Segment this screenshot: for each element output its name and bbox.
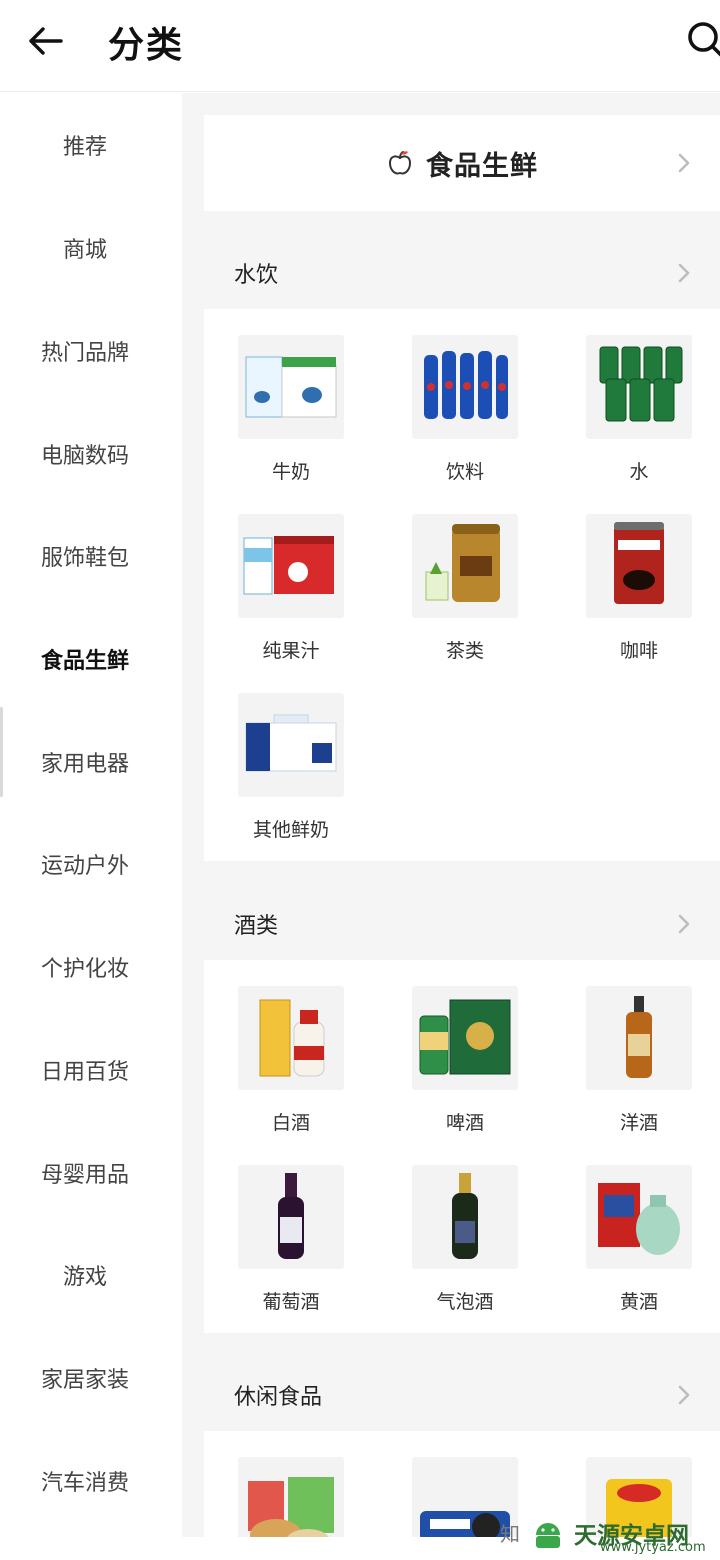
category-tile[interactable]: 牛奶 — [214, 309, 364, 483]
category-tile[interactable]: 白酒 — [214, 960, 364, 1134]
chevron-right-icon — [678, 153, 690, 173]
top-app-bar: 分类 — [0, 0, 720, 92]
banner-label: 食品生鲜 — [426, 150, 538, 182]
juice-box-image — [238, 514, 344, 618]
sidebar-item-outdoor[interactable]: 运动户外 — [0, 834, 170, 894]
category-tile[interactable]: 其他鲜奶 — [214, 667, 364, 841]
tile-label: 气泡酒 — [436, 1291, 494, 1313]
section-grid-alcohol: 白酒 啤酒 洋酒 葡萄酒 气泡酒 黄酒 — [204, 960, 720, 1333]
tile-label: 啤酒 — [445, 1112, 484, 1134]
green-cans-image — [586, 335, 692, 439]
category-tile[interactable]: 黄酒 — [562, 1139, 712, 1313]
whisky-bottle-image — [586, 986, 692, 1090]
wine-bottle-image — [238, 1165, 344, 1269]
fresh-milk-box-image — [238, 693, 344, 797]
sidebar-item-food[interactable]: 食品生鲜 — [0, 629, 170, 689]
sidebar-item-auto[interactable]: 汽车消费 — [0, 1451, 170, 1511]
soda-bottles-image — [412, 335, 518, 439]
chevron-right-icon — [678, 914, 690, 934]
chevron-right-icon — [678, 1385, 690, 1405]
arrow-left-icon — [29, 27, 63, 55]
category-tile[interactable]: 水 — [562, 309, 712, 483]
tile-label: 水 — [629, 461, 649, 483]
sidebar-item-recommend[interactable]: 推荐 — [0, 115, 170, 175]
category-tile[interactable]: 葡萄酒 — [214, 1139, 364, 1313]
yellow-wine-image — [586, 1165, 692, 1269]
tile-label: 白酒 — [271, 1112, 310, 1134]
category-tile[interactable]: 纯果汁 — [214, 488, 364, 662]
category-tile[interactable]: 啤酒 — [388, 960, 538, 1134]
category-sidebar: 推荐 商城 热门品牌 电脑数码 服饰鞋包 食品生鲜 家用电器 运动户外 个护化妆… — [0, 93, 182, 1537]
category-tile[interactable]: 洋酒 — [562, 960, 712, 1134]
sidebar-item-home[interactable]: 家居家装 — [0, 1348, 170, 1408]
sidebar-item-digital[interactable]: 电脑数码 — [0, 424, 170, 484]
sidebar-item-apparel[interactable]: 服饰鞋包 — [0, 526, 170, 586]
page-title: 分类 — [108, 25, 185, 66]
search-button[interactable] — [682, 16, 720, 62]
sidebar-item-games[interactable]: 游戏 — [0, 1245, 170, 1305]
tile-label: 葡萄酒 — [262, 1291, 320, 1313]
search-icon — [688, 22, 720, 57]
category-tile[interactable] — [214, 1431, 364, 1537]
section-title: 酒类 — [234, 914, 279, 939]
sidebar-item-daily[interactable]: 日用百货 — [0, 1040, 170, 1100]
sidebar-item-mall[interactable]: 商城 — [0, 218, 170, 278]
category-tile[interactable]: 气泡酒 — [388, 1139, 538, 1313]
tile-label: 饮料 — [445, 461, 484, 483]
category-tile[interactable]: 茶类 — [388, 488, 538, 662]
tile-label: 其他鲜奶 — [252, 819, 329, 841]
tile-label: 纯果汁 — [262, 640, 320, 662]
baijiu-image — [238, 986, 344, 1090]
apple-icon — [388, 151, 412, 175]
category-tile[interactable]: 咖啡 — [562, 488, 712, 662]
watermark-text: 知 — [500, 1522, 520, 1546]
category-banner[interactable]: 食品生鲜 — [204, 115, 720, 211]
tile-label: 洋酒 — [619, 1112, 658, 1134]
milk-box-image — [238, 335, 344, 439]
category-content: 食品生鲜 水饮 牛奶 饮料 水 纯果汁 茶类 咖啡 其他鲜奶 酒类 白酒 啤酒 … — [182, 93, 720, 1537]
section-grid-drinks: 牛奶 饮料 水 纯果汁 茶类 咖啡 其他鲜奶 — [204, 309, 720, 861]
section-header-drinks[interactable]: 水饮 — [204, 239, 720, 307]
watermark-url: www.jytyaz.com — [600, 1540, 706, 1555]
tile-label: 牛奶 — [271, 461, 310, 483]
coffee-can-image — [586, 514, 692, 618]
section-title: 休闲食品 — [234, 1385, 323, 1410]
beer-box-image — [412, 986, 518, 1090]
back-button[interactable] — [22, 18, 68, 64]
sidebar-item-hot-brands[interactable]: 热门品牌 — [0, 321, 170, 381]
android-logo-icon — [536, 1522, 560, 1548]
chevron-right-icon — [678, 263, 690, 283]
category-tile[interactable]: 饮料 — [388, 309, 538, 483]
tile-label: 茶类 — [445, 640, 484, 662]
tile-label: 咖啡 — [619, 640, 658, 662]
sidebar-item-appliances[interactable]: 家用电器 — [0, 732, 170, 792]
section-header-alcohol[interactable]: 酒类 — [204, 890, 720, 958]
section-header-snacks[interactable]: 休闲食品 — [204, 1361, 720, 1429]
sidebar-item-baby[interactable]: 母婴用品 — [0, 1143, 170, 1203]
tile-label: 黄酒 — [619, 1291, 658, 1313]
tea-tin-image — [412, 514, 518, 618]
sparkling-wine-image — [412, 1165, 518, 1269]
snack-bags-image — [238, 1457, 344, 1537]
section-title: 水饮 — [234, 263, 279, 288]
sidebar-item-cosmetics[interactable]: 个护化妆 — [0, 937, 170, 997]
